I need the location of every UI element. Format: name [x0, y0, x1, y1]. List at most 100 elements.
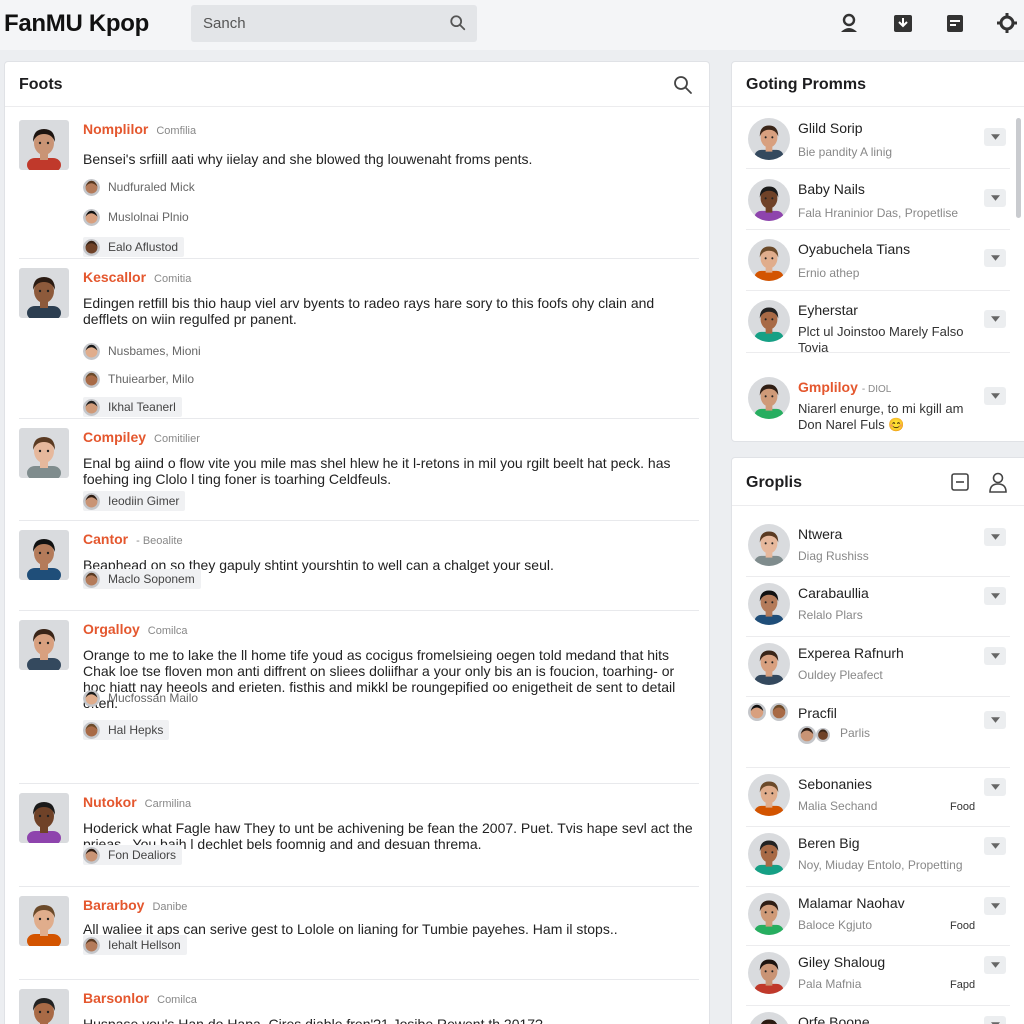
comment-item[interactable]: Nusbames, Mioni — [83, 341, 201, 361]
chevron-down-icon[interactable] — [984, 956, 1006, 974]
trending-name-text[interactable]: Baby Nails — [798, 181, 865, 197]
group-name[interactable]: Beren Big — [798, 835, 859, 851]
user-icon[interactable] — [988, 471, 1008, 493]
search-box[interactable]: Sanch — [191, 5, 477, 42]
comment-item[interactable]: Thuiearber, Milo — [83, 369, 194, 389]
chevron-down-icon[interactable] — [984, 387, 1006, 405]
avatar[interactable] — [748, 643, 790, 685]
trending-name[interactable]: Baby Nails — [798, 181, 865, 197]
avatar[interactable] — [19, 989, 69, 1024]
post-author[interactable]: Kescallor Comitia — [83, 269, 191, 285]
group-name[interactable]: Giley Shaloug — [798, 954, 885, 970]
minimize-icon[interactable] — [950, 472, 970, 492]
avatar[interactable] — [748, 833, 790, 875]
post-author-name[interactable]: Barsonlor — [83, 990, 149, 1006]
comment-item[interactable]: Iehalt Hellson — [83, 935, 187, 955]
group-name[interactable]: Pracfil — [798, 705, 837, 721]
chevron-down-icon[interactable] — [984, 778, 1006, 796]
chevron-down-icon[interactable] — [984, 189, 1006, 207]
commenter-avatar — [83, 208, 100, 226]
comment-item[interactable]: Maclo Soponem — [83, 569, 201, 589]
avatar[interactable] — [19, 530, 69, 580]
avatar[interactable] — [19, 268, 69, 318]
avatar[interactable] — [19, 428, 69, 478]
chevron-down-icon[interactable] — [984, 711, 1006, 729]
avatar[interactable] — [748, 118, 790, 160]
chevron-down-icon[interactable] — [984, 128, 1006, 146]
comment-item[interactable]: Ikhal Teanerl — [83, 397, 182, 417]
avatar[interactable] — [748, 893, 790, 935]
app-logo[interactable]: FanMU Kpop — [4, 10, 149, 38]
search-icon[interactable] — [449, 14, 467, 32]
post-author-name[interactable]: Cantor — [83, 531, 128, 547]
post-author[interactable]: Cantor - Beoalite — [83, 531, 183, 547]
download-icon[interactable] — [892, 12, 914, 34]
avatar[interactable] — [19, 120, 69, 170]
post-author[interactable]: Nomplilor Comfilia — [83, 121, 196, 137]
trending-name[interactable]: Oyabuchela Tians — [798, 241, 910, 257]
chevron-down-icon[interactable] — [984, 897, 1006, 915]
avatar[interactable] — [748, 774, 790, 816]
post-author-name[interactable]: Nutokor — [83, 794, 137, 810]
chevron-down-icon[interactable] — [984, 837, 1006, 855]
comment-item[interactable]: Ieodiin Gimer — [83, 491, 186, 511]
settings-icon[interactable] — [996, 12, 1018, 34]
trending-name[interactable]: Eyherstar — [798, 302, 858, 318]
search-input[interactable]: Sanch — [203, 15, 246, 32]
trending-name-text[interactable]: Eyherstar — [798, 302, 858, 318]
avatar[interactable] — [748, 952, 790, 994]
post-author[interactable]: Bararboy Danibe — [83, 897, 187, 913]
search-icon[interactable] — [673, 75, 693, 95]
avatar[interactable] — [19, 793, 69, 843]
avatar[interactable] — [748, 1012, 790, 1024]
post-author[interactable]: Nutokor Carmilina — [83, 794, 191, 810]
calendar-icon[interactable] — [944, 12, 966, 34]
comment-item[interactable]: Mucfossan Mailo — [83, 688, 198, 708]
post-author-name[interactable]: Nomplilor — [83, 121, 148, 137]
post-author[interactable]: Compiley Comitilier — [83, 429, 200, 445]
post-author[interactable]: Orgalloy Comilca — [83, 621, 188, 637]
group-divider — [746, 826, 1010, 827]
chevron-down-icon[interactable] — [984, 587, 1006, 605]
trending-name-text[interactable]: Gmpliloy — [798, 379, 858, 395]
comment-item[interactable]: Fon Dealiors — [83, 845, 183, 865]
group-name[interactable]: Orfe Boone — [798, 1014, 870, 1024]
avatar[interactable] — [748, 377, 790, 419]
chevron-down-icon[interactable] — [984, 647, 1006, 665]
post-author-name[interactable]: Kescallor — [83, 269, 146, 285]
avatar[interactable] — [748, 239, 790, 281]
group-name[interactable]: Sebonanies — [798, 776, 872, 792]
group-name[interactable]: Carabaullia — [798, 585, 869, 601]
comment-item[interactable]: Hal Hepks — [83, 720, 170, 740]
comment-item[interactable]: Nudfuraled Mick — [83, 177, 195, 197]
avatar[interactable] — [748, 179, 790, 221]
avatar[interactable] — [748, 524, 790, 566]
trending-name-text[interactable]: Oyabuchela Tians — [798, 241, 910, 257]
comment-item[interactable]: Muslolnai Plnio — [83, 207, 189, 227]
post-author[interactable]: Barsonlor Comilca — [83, 990, 197, 1006]
post-author-name[interactable]: Bararboy — [83, 897, 144, 913]
avatar[interactable] — [748, 583, 790, 625]
trending-name[interactable]: Glild Sorip — [798, 120, 863, 136]
post-divider — [19, 886, 699, 887]
post-tag: - Beoalite — [136, 535, 183, 547]
group-name[interactable]: Ntwera — [798, 526, 842, 542]
group-name[interactable]: Experea Rafnurh — [798, 645, 904, 661]
chevron-down-icon[interactable] — [984, 528, 1006, 546]
post-divider — [19, 520, 699, 521]
avatar[interactable] — [748, 300, 790, 342]
comment-item[interactable]: Ealo Aflustod — [83, 237, 185, 257]
user-icon[interactable] — [838, 12, 860, 34]
scrollbar[interactable] — [1016, 118, 1021, 218]
chevron-down-icon[interactable] — [984, 310, 1006, 328]
group-name[interactable]: Malamar Naohav — [798, 895, 905, 911]
post-author-name[interactable]: Compiley — [83, 429, 146, 445]
chevron-down-icon[interactable] — [984, 249, 1006, 267]
post-author-name[interactable]: Orgalloy — [83, 621, 140, 637]
chevron-down-icon[interactable] — [984, 1016, 1006, 1024]
trending-name-text[interactable]: Glild Sorip — [798, 120, 863, 136]
avatar[interactable] — [19, 896, 69, 946]
trending-name[interactable]: Gmpliloy - DIOL — [798, 379, 891, 395]
groups-panel: Groplis Ntwera Diag Rushiss Carabaullia Re… — [731, 457, 1024, 1024]
avatar[interactable] — [19, 620, 69, 670]
